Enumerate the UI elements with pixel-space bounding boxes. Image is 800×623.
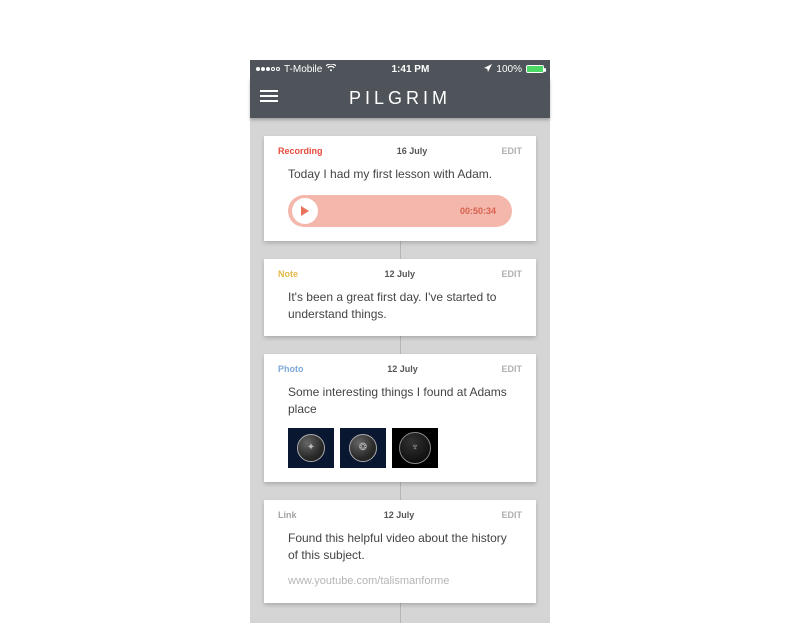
card-header: Link 12 July EDIT — [278, 510, 522, 520]
edit-button[interactable]: EDIT — [501, 269, 522, 279]
battery-pct: 100% — [496, 64, 522, 75]
entry-tag: Photo — [278, 364, 304, 374]
entry-tag: Link — [278, 510, 297, 520]
signal-dots-icon — [256, 67, 280, 71]
entry-tag: Note — [278, 269, 298, 279]
entry-text: Today I had my first lesson with Adam. — [278, 166, 522, 183]
card-header: Recording 16 July EDIT — [278, 146, 522, 156]
audio-player-wrap: 00:50:34 — [278, 195, 522, 227]
audio-player[interactable]: 00:50:34 — [288, 195, 512, 227]
status-left: T-Mobile — [256, 64, 336, 75]
entry-date: 16 July — [397, 146, 428, 156]
play-button[interactable] — [292, 198, 318, 224]
entry-text: Some interesting things I found at Adams… — [278, 384, 522, 418]
photo-thumb[interactable]: ♆ — [392, 428, 438, 468]
entry-tag: Recording — [278, 146, 323, 156]
entry-date: 12 July — [387, 364, 418, 374]
phone-frame: T-Mobile 1:41 PM 100% PILGRIM Recording … — [250, 60, 550, 623]
timeline[interactable]: Recording 16 July EDIT Today I had my fi… — [250, 136, 550, 623]
entry-card-photo: Photo 12 July EDIT Some interesting thin… — [264, 354, 536, 482]
status-bar: T-Mobile 1:41 PM 100% — [250, 60, 550, 78]
entry-text: It's been a great first day. I've starte… — [278, 289, 522, 323]
entry-card-link: Link 12 July EDIT Found this helpful vid… — [264, 500, 536, 603]
card-header: Note 12 July EDIT — [278, 269, 522, 279]
audio-duration: 00:50:34 — [460, 205, 496, 218]
edit-button[interactable]: EDIT — [501, 364, 522, 374]
play-icon — [300, 206, 310, 216]
app-title: PILGRIM — [349, 88, 451, 109]
menu-button[interactable] — [260, 90, 278, 102]
entry-card-recording: Recording 16 July EDIT Today I had my fi… — [264, 136, 536, 241]
entry-card-note: Note 12 July EDIT It's been a great firs… — [264, 259, 536, 337]
edit-button[interactable]: EDIT — [501, 510, 522, 520]
photo-thumbs: ✦ ❂ ♆ — [278, 428, 522, 468]
location-icon — [484, 64, 492, 75]
wifi-icon — [326, 64, 336, 75]
entry-url[interactable]: www.youtube.com/talismanforme — [278, 574, 522, 589]
photo-thumb[interactable]: ❂ — [340, 428, 386, 468]
entry-text: Found this helpful video about the histo… — [278, 530, 522, 564]
status-right: 100% — [484, 64, 544, 75]
entry-date: 12 July — [384, 510, 415, 520]
entry-date: 12 July — [384, 269, 415, 279]
battery-icon — [526, 65, 544, 73]
status-time: 1:41 PM — [391, 64, 429, 75]
edit-button[interactable]: EDIT — [501, 146, 522, 156]
photo-thumb[interactable]: ✦ — [288, 428, 334, 468]
carrier-label: T-Mobile — [284, 64, 322, 75]
navbar: PILGRIM — [250, 78, 550, 118]
card-header: Photo 12 July EDIT — [278, 364, 522, 374]
